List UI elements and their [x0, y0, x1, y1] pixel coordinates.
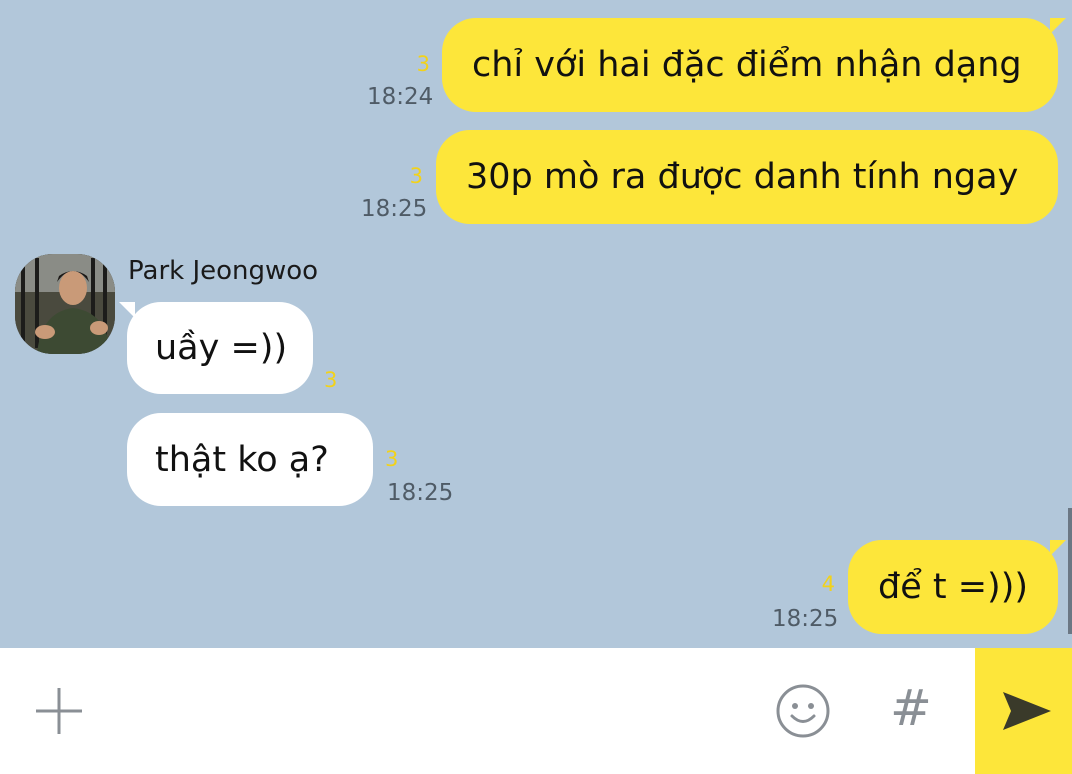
- send-icon: [1003, 692, 1051, 730]
- message-text: chỉ với hai đặc điểm nhận dạng: [472, 45, 1022, 85]
- message-bubble-mine[interactable]: chỉ với hai đặc điểm nhận dạng: [442, 18, 1058, 112]
- message-text: để t =))): [878, 567, 1029, 607]
- message-bubble-mine[interactable]: 30p mò ra được danh tính ngay: [436, 130, 1058, 224]
- message-time: 18:24: [367, 84, 434, 110]
- emoji-icon[interactable]: [775, 683, 831, 739]
- plus-icon[interactable]: [32, 684, 86, 738]
- unread-count: 3: [409, 164, 423, 188]
- bubble-tail: [1050, 540, 1066, 556]
- bubble-tail: [1050, 18, 1066, 34]
- avatar-photo: [15, 254, 115, 354]
- message-bubble-mine[interactable]: để t =))): [848, 540, 1058, 634]
- scrollbar[interactable]: [1068, 508, 1072, 634]
- message-input-bar: #: [0, 648, 1072, 774]
- unread-count: 3: [416, 52, 430, 76]
- chat-area[interactable]: 3 18:24 chỉ với hai đặc điểm nhận dạng 3…: [0, 0, 1072, 648]
- unread-count: 3: [324, 368, 338, 392]
- sender-name: Park Jeongwoo: [128, 256, 319, 286]
- message-text: thật ko ạ?: [155, 439, 329, 480]
- message-time: 18:25: [361, 196, 428, 222]
- message-time: 18:25: [772, 606, 839, 632]
- message-bubble-other[interactable]: uầy =)): [127, 302, 313, 394]
- message-time: 18:25: [387, 480, 454, 506]
- unread-count: 3: [385, 447, 399, 471]
- avatar[interactable]: [15, 254, 115, 354]
- hashtag-icon[interactable]: #: [886, 678, 936, 738]
- unread-count: 4: [821, 572, 835, 596]
- message-text: uầy =)): [155, 328, 288, 368]
- message-bubble-other[interactable]: thật ko ạ?: [127, 413, 373, 506]
- send-button[interactable]: [975, 648, 1072, 774]
- message-text: 30p mò ra được danh tính ngay: [466, 157, 1019, 197]
